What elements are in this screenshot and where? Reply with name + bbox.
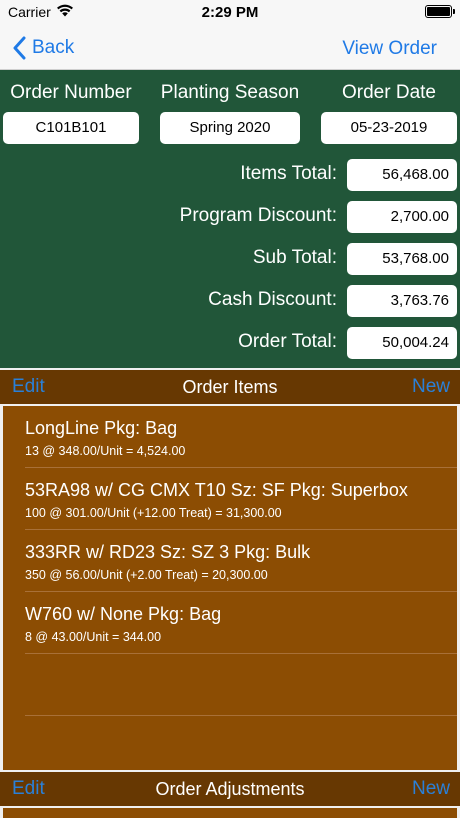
empty-row (25, 654, 457, 716)
item-detail: 350 @ 56.00/Unit (+2.00 Treat) = 20,300.… (25, 568, 268, 582)
adjustments-list (0, 806, 460, 818)
item-detail: 13 @ 348.00/Unit = 4,524.00 (25, 444, 186, 458)
back-label: Back (32, 37, 75, 58)
cash-discount-value: 3,763.76 (347, 285, 457, 317)
program-discount-label: Program Discount: (179, 205, 337, 226)
order-items-new-button[interactable]: New (412, 376, 450, 398)
order-adjustments-title: Order Adjustments (155, 779, 305, 799)
order-date-field[interactable]: 05-23-2019 (321, 112, 457, 144)
list-item[interactable]: W760 w/ None Pkg: Bag 8 @ 43.00/Unit = 3… (25, 592, 457, 654)
order-items-list: LongLine Pkg: Bag 13 @ 348.00/Unit = 4,5… (0, 404, 460, 770)
list-item[interactable]: LongLine Pkg: Bag 13 @ 348.00/Unit = 4,5… (25, 406, 457, 468)
order-header: Order Number Planting Season Order Date … (0, 70, 460, 370)
clock: 2:29 PM (201, 4, 259, 21)
list-item[interactable]: 333RR w/ RD23 Sz: SZ 3 Pkg: Bulk 350 @ 5… (25, 530, 457, 592)
order-adjustments-new-button[interactable]: New (412, 778, 450, 800)
order-number-field[interactable]: C101B101 (3, 112, 139, 144)
back-button[interactable]: Back (12, 34, 74, 62)
order-total-label: Order Total: (238, 331, 337, 352)
order-total-value: 50,004.24 (347, 327, 457, 359)
item-detail: 100 @ 301.00/Unit (+12.00 Treat) = 31,30… (25, 506, 282, 520)
order-adjustments-bar: Edit Order Adjustments New (0, 770, 460, 806)
planting-season-label: Planting Season (160, 82, 300, 103)
list-item[interactable]: 53RA98 w/ CG CMX T10 Sz: SF Pkg: Superbo… (25, 468, 457, 530)
order-items-bar: Edit Order Items New (0, 368, 460, 404)
order-items-title: Order Items (182, 377, 278, 397)
status-bar: Carrier 2:29 PM (0, 0, 460, 26)
navigation-bar: Back View Order (0, 26, 460, 70)
items-total-label: Items Total: (240, 163, 337, 184)
cash-discount-label: Cash Discount: (208, 289, 337, 310)
chevron-left-icon (13, 36, 26, 60)
sub-total-label: Sub Total: (252, 247, 337, 268)
item-title: W760 w/ None Pkg: Bag (25, 604, 222, 624)
order-date-label: Order Date (342, 82, 436, 103)
order-number-label: Order Number (10, 82, 132, 103)
battery-icon (425, 5, 455, 18)
view-order-button[interactable]: View Order (342, 38, 437, 60)
sub-total-value: 53,768.00 (347, 243, 457, 275)
items-total-value: 56,468.00 (347, 159, 457, 191)
program-discount-value: 2,700.00 (347, 201, 457, 233)
item-title: 333RR w/ RD23 Sz: SZ 3 Pkg: Bulk (25, 542, 311, 562)
item-detail: 8 @ 43.00/Unit = 344.00 (25, 630, 162, 644)
item-title: 53RA98 w/ CG CMX T10 Sz: SF Pkg: Superbo… (25, 480, 408, 500)
planting-season-field[interactable]: Spring 2020 (160, 112, 300, 144)
item-title: LongLine Pkg: Bag (25, 418, 178, 438)
